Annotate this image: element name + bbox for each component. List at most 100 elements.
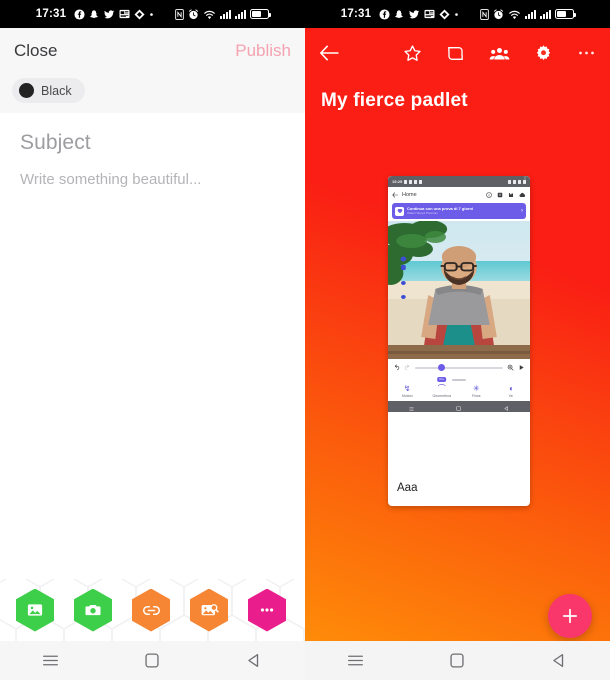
color-selector-row: Black bbox=[0, 74, 305, 113]
nested-edit-toolbar bbox=[388, 359, 530, 376]
dot-icon bbox=[454, 12, 459, 17]
slider-knob[interactable] bbox=[437, 363, 445, 371]
status-bar-system-icons bbox=[175, 8, 272, 20]
news-icon bbox=[424, 9, 435, 19]
home-icon[interactable] bbox=[442, 650, 472, 672]
facebook-icon bbox=[379, 8, 390, 20]
alarm-icon bbox=[493, 8, 504, 20]
signal-icon-1 bbox=[525, 9, 537, 19]
signal-icon-1 bbox=[220, 9, 232, 19]
attach-camera-button[interactable] bbox=[74, 588, 112, 632]
home-icon bbox=[456, 398, 462, 416]
post-card[interactable]: 15:25 ⋮ Home Continua con una prova di 7… bbox=[388, 176, 530, 506]
back-icon bbox=[504, 398, 509, 416]
wifi-icon bbox=[508, 9, 521, 20]
status-bar-right: 17:31 bbox=[305, 0, 610, 28]
gear-icon bbox=[536, 44, 551, 60]
nested-tab-motion[interactable]: ↯ Motion bbox=[394, 384, 420, 398]
android-navbar-right bbox=[305, 641, 610, 680]
nested-status-bar: 15:25 bbox=[388, 176, 530, 187]
dual-screenshot-container: 17:31 Close Publish Black Subject Write … bbox=[0, 0, 610, 680]
pro-badge: Pro bbox=[436, 377, 447, 382]
nested-appbar-left: Home bbox=[392, 192, 417, 198]
ve-icon: ◖ bbox=[508, 384, 514, 393]
status-bar-notification-icons bbox=[74, 8, 154, 20]
add-post-fab[interactable] bbox=[548, 594, 592, 638]
facebook-icon bbox=[74, 8, 85, 20]
ellipsis-icon bbox=[260, 608, 274, 612]
image-icon bbox=[27, 604, 43, 616]
news-icon bbox=[119, 9, 130, 19]
nested-status-time: 15:25 bbox=[392, 179, 403, 184]
diamond-icon bbox=[134, 8, 145, 20]
composer-panel: Close Publish Black Subject Write someth… bbox=[0, 28, 305, 680]
attach-gallery-button[interactable] bbox=[16, 588, 54, 632]
redo-icon bbox=[404, 364, 410, 371]
home-icon[interactable] bbox=[137, 650, 167, 672]
motion-icon: ↯ bbox=[403, 384, 411, 393]
attach-image-search-button[interactable] bbox=[190, 588, 228, 632]
nested-tab-geometrica[interactable]: Pro ⌒ Geometrica bbox=[429, 377, 455, 398]
back-button[interactable] bbox=[319, 45, 353, 61]
alarm-icon bbox=[188, 8, 199, 20]
nested-phone-screenshot: 15:25 ⋮ Home Continua con una prova di 7… bbox=[388, 176, 530, 470]
color-swatch-icon bbox=[19, 83, 34, 98]
nested-appbar-actions bbox=[486, 191, 526, 198]
nfc-icon bbox=[480, 8, 489, 20]
info-icon bbox=[486, 191, 492, 198]
body-input[interactable]: Write something beautiful... bbox=[20, 171, 285, 188]
battery-icon bbox=[250, 9, 272, 19]
share-button[interactable] bbox=[489, 44, 510, 63]
export-icon bbox=[497, 192, 503, 197]
nested-status-icon bbox=[409, 179, 413, 184]
nested-tab-label: Geometrica bbox=[432, 394, 452, 398]
close-button[interactable]: Close bbox=[14, 41, 57, 61]
attach-link-button[interactable] bbox=[132, 588, 170, 632]
subject-input[interactable]: Subject bbox=[20, 131, 285, 155]
nested-tab-label: Ve bbox=[508, 394, 513, 398]
cloud-upload-icon bbox=[519, 192, 526, 197]
nested-overflow-icon: ⋮ bbox=[522, 177, 528, 183]
publish-button[interactable]: Publish bbox=[235, 41, 291, 61]
attachment-buttons bbox=[0, 579, 305, 641]
nested-status-icon bbox=[518, 179, 521, 184]
composer-toolbar: Close Publish bbox=[0, 28, 305, 74]
nested-app-bar: Home bbox=[388, 187, 530, 202]
back-icon[interactable] bbox=[239, 650, 269, 672]
sheet-grabber[interactable] bbox=[452, 379, 466, 381]
heart-icon bbox=[395, 206, 404, 216]
color-picker-button[interactable]: Black bbox=[12, 78, 85, 103]
wifi-icon bbox=[203, 9, 216, 20]
nested-progress-slider[interactable] bbox=[415, 363, 503, 371]
battery-icon bbox=[555, 9, 577, 19]
people-icon bbox=[489, 47, 510, 60]
back-icon[interactable] bbox=[544, 650, 574, 672]
remake-button[interactable] bbox=[446, 44, 465, 63]
nested-tab-label: Floss bbox=[471, 394, 481, 398]
settings-button[interactable] bbox=[534, 44, 553, 63]
plus-icon bbox=[562, 608, 578, 624]
recents-icon[interactable] bbox=[341, 650, 371, 672]
nested-status-icon bbox=[414, 179, 418, 184]
recents-icon[interactable] bbox=[36, 650, 66, 672]
color-name-label: Black bbox=[41, 83, 72, 98]
nested-tab-ve[interactable]: ◖ Ve bbox=[498, 384, 524, 398]
board-toolbar bbox=[305, 28, 610, 78]
overflow-menu-button[interactable] bbox=[577, 50, 596, 56]
floss-icon: ✳ bbox=[472, 384, 480, 393]
back-arrow-icon bbox=[320, 45, 339, 61]
padlet-board: My fierce padlet 15:25 ⋮ Home Continua c… bbox=[305, 28, 610, 680]
nested-tab-floss[interactable]: ✳ Floss bbox=[463, 384, 489, 398]
nested-promo-banner[interactable]: Continua con una prova di 7 giorni Ottie… bbox=[392, 203, 526, 219]
attach-more-button[interactable] bbox=[248, 588, 286, 632]
chevron-right-icon: › bbox=[521, 208, 523, 214]
dot-icon bbox=[149, 12, 154, 17]
nested-status-icon bbox=[508, 179, 511, 184]
undo-icon bbox=[394, 364, 400, 371]
board-action-icons bbox=[403, 44, 600, 63]
favorite-button[interactable] bbox=[403, 44, 422, 63]
geometrica-icon: ⌒ bbox=[437, 384, 446, 393]
twitter-icon bbox=[103, 9, 115, 20]
post-caption-text: Aaa bbox=[397, 482, 418, 494]
diamond-icon bbox=[439, 8, 450, 20]
